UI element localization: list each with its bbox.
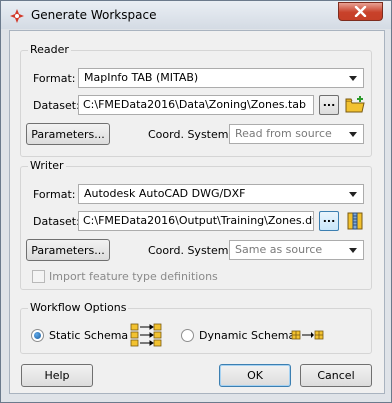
- title-bar[interactable]: Generate Workspace: [1, 1, 391, 29]
- reader-dataset-input[interactable]: C:\FMEData2016\Data\Zoning\Zones.tab: [78, 95, 314, 115]
- ok-button[interactable]: OK: [219, 364, 291, 387]
- dynamic-schema-radio[interactable]: [181, 329, 194, 342]
- workflow-options-title: Workflow Options: [28, 301, 129, 314]
- chevron-down-icon: [349, 192, 357, 197]
- writer-dataset-label: Dataset:: [33, 215, 80, 228]
- reader-folder-button[interactable]: [345, 95, 365, 115]
- dialog-body: Reader Format: MapInfo TAB (MITAB) Datas…: [9, 30, 385, 394]
- reader-coord-select[interactable]: Read from source: [229, 124, 364, 144]
- help-button[interactable]: Help: [21, 364, 93, 387]
- folder-zip-icon: [347, 212, 363, 230]
- cancel-button[interactable]: Cancel: [300, 364, 372, 387]
- fme-app-icon: [10, 9, 24, 23]
- writer-format-select[interactable]: Autodesk AutoCAD DWG/DXF: [78, 184, 364, 204]
- reader-coord-label: Coord. System:: [148, 128, 233, 141]
- chevron-down-icon: [349, 76, 357, 81]
- writer-group: Writer Format: Autodesk AutoCAD DWG/DXF …: [20, 159, 372, 290]
- writer-browse-button[interactable]: ...: [319, 211, 339, 231]
- static-schema-icon: [130, 323, 162, 347]
- writer-group-title: Writer: [28, 159, 66, 172]
- open-folder-icon: [345, 96, 365, 113]
- close-icon: [354, 6, 367, 17]
- reader-parameters-button[interactable]: Parameters...: [26, 123, 110, 145]
- writer-coord-label: Coord. System:: [148, 244, 233, 257]
- generate-workspace-dialog: Generate Workspace Reader Format: MapInf…: [0, 0, 392, 403]
- chevron-down-icon: [349, 248, 357, 253]
- reader-coord-value: Read from source: [235, 127, 332, 140]
- writer-format-label: Format:: [33, 188, 76, 201]
- writer-dataset-value: C:\FMEData2016\Output\Training\Zones.dwg: [83, 214, 314, 227]
- import-feature-types-checkbox[interactable]: [32, 270, 45, 283]
- import-feature-types-label: Import feature type definitions: [49, 270, 218, 283]
- reader-format-value: MapInfo TAB (MITAB): [84, 71, 199, 84]
- reader-browse-button[interactable]: ...: [319, 95, 339, 115]
- writer-format-value: Autodesk AutoCAD DWG/DXF: [84, 187, 246, 200]
- static-schema-label: Static Schema: [49, 329, 129, 342]
- reader-group-title: Reader: [28, 43, 71, 56]
- static-schema-radio[interactable]: [31, 329, 44, 342]
- reader-format-select[interactable]: MapInfo TAB (MITAB): [78, 68, 364, 88]
- reader-group: Reader Format: MapInfo TAB (MITAB) Datas…: [20, 43, 372, 157]
- writer-coord-value: Same as source: [235, 243, 323, 256]
- window-title: Generate Workspace: [31, 8, 157, 22]
- workflow-options-group: Workflow Options Static Schema Dynamic S…: [20, 301, 372, 354]
- reader-format-label: Format:: [33, 72, 76, 85]
- chevron-down-icon: [349, 132, 357, 137]
- writer-parameters-button[interactable]: Parameters...: [26, 239, 110, 261]
- reader-dataset-value: C:\FMEData2016\Data\Zoning\Zones.tab: [83, 98, 307, 111]
- writer-dataset-input[interactable]: C:\FMEData2016\Output\Training\Zones.dwg: [78, 211, 314, 231]
- dynamic-schema-icon: [291, 330, 324, 340]
- dynamic-schema-label: Dynamic Schema: [199, 329, 296, 342]
- writer-folder-button[interactable]: [345, 211, 365, 231]
- close-button[interactable]: [338, 2, 383, 21]
- reader-dataset-label: Dataset:: [33, 99, 80, 112]
- writer-coord-select[interactable]: Same as source: [229, 240, 364, 260]
